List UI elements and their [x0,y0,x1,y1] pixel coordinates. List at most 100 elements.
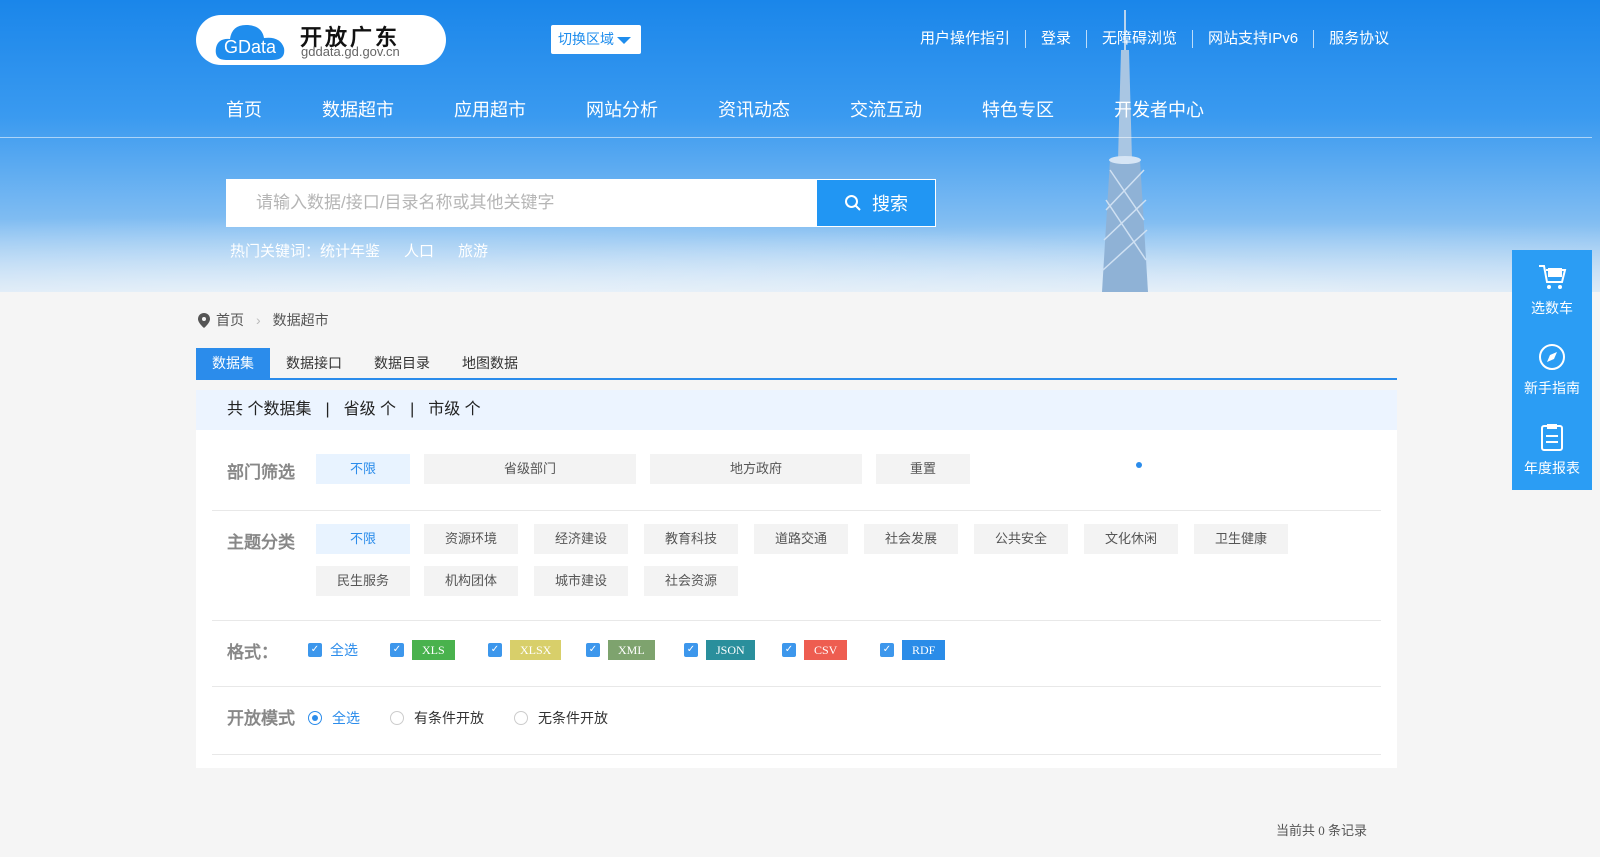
search-button[interactable]: 搜索 [816,179,936,227]
summary-province: 省级 个 [343,401,397,418]
reset-button[interactable]: 重置 [876,454,970,484]
filter-panel: 共 个数据集 | 省级 个 | 市级 个 部门筛选 不限 省级部门 地方政府 重置 主题… [196,390,1397,768]
logo-domain: gddata.gd.gov.cn [301,44,400,59]
compass-icon [1539,344,1565,370]
site-logo[interactable]: GData 开放广东 gddata.gd.gov.cn [196,15,446,65]
caret-down-icon [617,37,631,44]
hot-keyword-item[interactable]: 人口 [404,240,434,261]
top-links: 用户操作指引 登录 无障碍浏览 网站支持IPv6 服务协议 [905,28,1404,50]
topic-option[interactable]: 民生服务 [316,566,410,596]
summary-separator: | [325,401,330,418]
nav-special[interactable]: 特色专区 [952,90,1084,130]
topic-option[interactable]: 社会发展 [864,524,958,554]
side-annual-report-label: 年度报表 [1524,460,1580,476]
mode-option-all[interactable]: 全选 [308,708,360,728]
mode-option-label: 有条件开放 [414,710,484,726]
checkbox-checked-icon: ✓ [782,643,796,657]
summary-total: 共 个数据集 [227,401,312,418]
tab-apis[interactable]: 数据接口 [270,348,358,378]
link-ipv6[interactable]: 网站支持IPv6 [1192,30,1313,48]
link-login[interactable]: 登录 [1025,30,1086,48]
mode-option-label: 无条件开放 [538,710,608,726]
link-user-guide[interactable]: 用户操作指引 [905,30,1025,48]
row-divider [212,620,1381,621]
format-select-all[interactable]: ✓ 全选 [308,640,358,660]
nav-data-market[interactable]: 数据超市 [292,90,424,130]
topic-option-all[interactable]: 不限 [316,524,410,554]
side-cart-label: 选数车 [1531,300,1573,316]
mode-option-label: 全选 [332,710,360,726]
chevron-right-icon: › [256,312,261,328]
row-divider [212,686,1381,687]
side-guide[interactable]: 新手指南 [1512,330,1592,410]
topic-option[interactable]: 机构团体 [424,566,518,596]
nav-site-analysis[interactable]: 网站分析 [556,90,688,130]
format-tag: RDF [902,640,946,660]
tab-catalog[interactable]: 数据目录 [358,348,446,378]
format-filter-label: 格式： [227,643,278,662]
tab-datasets[interactable]: 数据集 [196,348,270,378]
nav-divider [0,137,1592,138]
nav-news[interactable]: 资讯动态 [688,90,820,130]
format-tag: CSV [804,640,848,660]
format-option-rdf[interactable]: ✓ RDF [880,640,946,660]
dataset-summary: 共 个数据集 | 省级 个 | 市级 个 [196,390,1397,430]
format-option-xls[interactable]: ✓ XLS [390,640,455,660]
topic-option[interactable]: 卫生健康 [1194,524,1288,554]
topic-option[interactable]: 社会资源 [644,566,738,596]
topic-option[interactable]: 公共安全 [974,524,1068,554]
logo-badge-text: GData [223,37,277,57]
format-tag: XLSX [510,640,562,660]
search-button-label: 搜索 [872,194,908,214]
topic-option[interactable]: 教育科技 [644,524,738,554]
nav-home[interactable]: 首页 [196,90,292,130]
side-cart[interactable]: 选数车 [1512,250,1592,330]
breadcrumb: 首页 › 数据超市 [198,310,329,330]
radio-selected-icon [308,711,322,725]
breadcrumb-home[interactable]: 首页 [216,310,244,330]
topic-option[interactable]: 城市建设 [534,566,628,596]
row-divider [212,510,1381,511]
topic-option[interactable]: 资源环境 [424,524,518,554]
dept-option-all[interactable]: 不限 [316,454,410,484]
header-banner: GData 开放广东 gddata.gd.gov.cn 切换区域 用户操作指引 … [0,0,1600,292]
row-divider [212,754,1381,755]
radio-icon [514,711,528,725]
hot-keywords-label: 热门关键词： [230,243,321,260]
mode-option-conditional[interactable]: 有条件开放 [390,708,484,728]
dept-option-provincial[interactable]: 省级部门 [424,454,636,484]
search-icon [845,195,861,211]
mode-option-unconditional[interactable]: 无条件开放 [514,708,608,728]
search-input[interactable] [226,179,816,227]
nav-interaction[interactable]: 交流互动 [820,90,952,130]
topic-option[interactable]: 道路交通 [754,524,848,554]
dept-option-local[interactable]: 地方政府 [650,454,862,484]
tab-map-data[interactable]: 地图数据 [446,348,534,378]
topic-filter-label: 主题分类 [227,533,295,552]
hot-keyword-item[interactable]: 旅游 [458,240,488,261]
format-option-csv[interactable]: ✓ CSV [782,640,848,660]
canton-tower-image [1102,10,1148,292]
switch-region-button[interactable]: 切换区域 [551,25,641,54]
radio-icon [390,711,404,725]
checkbox-checked-icon: ✓ [586,643,600,657]
cart-icon [1539,265,1567,289]
loading-spinner-icon [1136,462,1142,468]
topic-option[interactable]: 经济建设 [534,524,628,554]
format-tag: XLS [412,640,455,660]
link-accessibility[interactable]: 无障碍浏览 [1086,30,1192,48]
nav-developer[interactable]: 开发者中心 [1084,90,1234,130]
summary-city: 市级 个 [428,401,481,418]
link-service-agreement[interactable]: 服务协议 [1313,30,1404,48]
report-icon [1541,424,1563,451]
format-option-xml[interactable]: ✓ XML [586,640,655,660]
format-option-xlsx[interactable]: ✓ XLSX [488,640,562,660]
checkbox-checked-icon: ✓ [684,643,698,657]
main-nav: 首页 数据超市 应用超市 网站分析 资讯动态 交流互动 特色专区 开发者中心 [196,90,1234,130]
topic-option[interactable]: 文化休闲 [1084,524,1178,554]
side-annual-report[interactable]: 年度报表 [1512,410,1592,490]
nav-app-market[interactable]: 应用超市 [424,90,556,130]
switch-region-label: 切换区域 [558,31,614,47]
hot-keyword-item[interactable]: 统计年鉴 [320,240,380,261]
format-option-json[interactable]: ✓ JSON [684,640,755,660]
